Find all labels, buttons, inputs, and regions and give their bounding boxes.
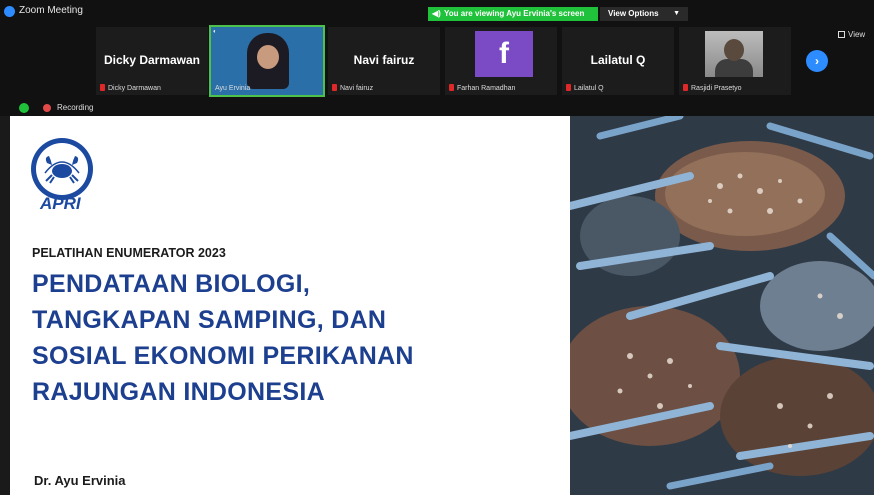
- mic-muted-icon: [566, 84, 571, 91]
- participant-name: Dicky Darmawan: [108, 85, 161, 92]
- participant-name: Ayu Ervinia: [215, 85, 251, 92]
- recording-label: Recording: [57, 103, 94, 112]
- slide-title-line: TANGKAPAN SAMPING, DAN: [32, 306, 387, 334]
- participant-caption: Lailatul Q: [566, 84, 604, 92]
- mic-muted-icon: [332, 84, 337, 91]
- participant-tile-navi[interactable]: Navi fairuz Navi fairuz: [328, 27, 440, 95]
- gallery-view-icon: [838, 31, 845, 38]
- participant-display-name: Navi fairuz: [353, 53, 415, 67]
- slide-title-line: SOSIAL EKONOMI PERIKANAN: [32, 342, 414, 370]
- slide-title-line: RAJUNGAN INDONESIA: [32, 378, 325, 406]
- viewing-screen-text: You are viewing Ayu Ervinia's screen: [444, 9, 585, 18]
- participant-display-name: Lailatul Q: [590, 53, 646, 67]
- view-options-button[interactable]: View Options ▼: [600, 7, 688, 21]
- participant-strip: Dicky Darmawan Dicky Darmawan ◐ Ayu Ervi…: [0, 24, 874, 100]
- recording-dot-icon: [43, 104, 51, 112]
- apri-logo: [31, 138, 93, 200]
- participant-tile-dicky[interactable]: Dicky Darmawan Dicky Darmawan: [96, 27, 208, 95]
- status-bar: Recording: [0, 100, 874, 116]
- photo-body: [715, 59, 753, 77]
- participant-caption: Rasjidi Prasetyo: [683, 84, 742, 92]
- mic-muted-icon: [100, 84, 105, 91]
- participant-display-name: Dicky Darmawan: [103, 53, 201, 67]
- shared-screen-slide: APRI PELATIHAN ENUMERATOR 2023 PENDATAAN…: [10, 116, 874, 495]
- title-bar: Zoom Meeting ◀) You are viewing Ayu Ervi…: [0, 0, 874, 24]
- chevron-down-icon: ▼: [673, 10, 680, 17]
- participant-tile-rasjidi[interactable]: Rasjidi Prasetyo: [679, 27, 791, 95]
- participant-tile-farhan[interactable]: f Farhan Ramadhan: [445, 27, 557, 95]
- participant-name: Rasjidi Prasetyo: [691, 85, 742, 92]
- next-page-arrow-icon[interactable]: ›: [806, 50, 828, 72]
- webcam-overlay-logo-icon: ◐: [213, 29, 217, 35]
- participant-photo: [705, 31, 763, 77]
- view-label: View: [848, 30, 866, 39]
- photo-head: [724, 39, 744, 61]
- participant-tile-ayu[interactable]: ◐ Ayu Ervinia: [209, 25, 325, 97]
- speaker-video-face: [257, 45, 279, 69]
- participant-caption: Farhan Ramadhan: [449, 84, 515, 92]
- participant-name: Lailatul Q: [574, 85, 604, 92]
- participant-caption: Ayu Ervinia: [215, 85, 250, 92]
- slide-subtitle: PELATIHAN ENUMERATOR 2023: [32, 246, 226, 260]
- shield-icon[interactable]: [19, 103, 29, 113]
- participant-tile-lailatul[interactable]: Lailatul Q Lailatul Q: [562, 27, 674, 95]
- slide-title: PENDATAAN BIOLOGI, TANGKAPAN SAMPING, DA…: [32, 266, 414, 410]
- viewing-screen-banner: ◀) You are viewing Ayu Ervinia's screen: [428, 7, 598, 21]
- mic-muted-icon: [683, 84, 688, 91]
- apri-logo-text: APRI: [40, 194, 81, 213]
- view-options-label: View Options: [608, 9, 659, 18]
- participant-name: Farhan Ramadhan: [457, 85, 516, 92]
- slide-author: Dr. Ayu Ervinia: [34, 473, 126, 488]
- blue-swimming-crab-image: [570, 116, 874, 495]
- avatar-letter: f: [475, 31, 533, 77]
- view-button[interactable]: View: [838, 30, 865, 39]
- window-title: Zoom Meeting: [19, 5, 83, 16]
- participant-caption: Navi fairuz: [332, 84, 373, 92]
- mic-muted-icon: [449, 84, 454, 91]
- crab-photo: [570, 116, 874, 495]
- participant-name: Navi fairuz: [340, 85, 374, 92]
- zoom-app-icon: [4, 6, 15, 17]
- speaker-icon: ◀): [432, 9, 441, 18]
- participant-caption: Dicky Darmawan: [100, 84, 161, 92]
- crab-logo-icon: [44, 156, 80, 184]
- slide-title-line: PENDATAAN BIOLOGI,: [32, 270, 311, 298]
